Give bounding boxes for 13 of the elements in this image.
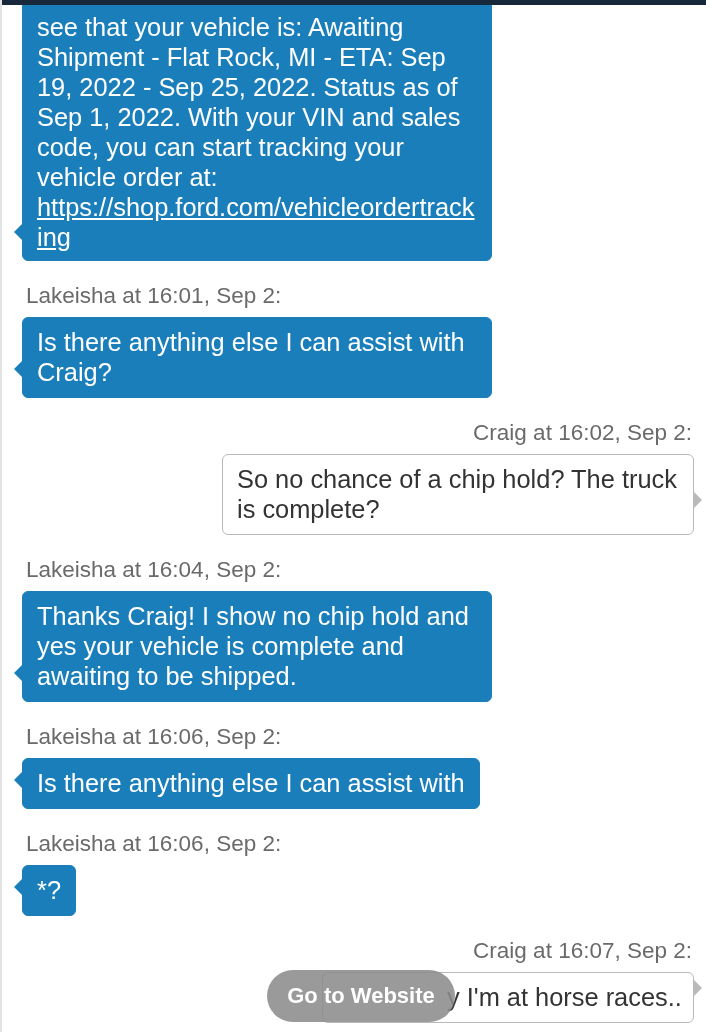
- sender-label: Lakeisha at 16:06, Sep 2:: [26, 724, 282, 750]
- message-text: Is there anything else I can assist with: [37, 769, 465, 797]
- sender-label: Lakeisha at 16:01, Sep 2:: [26, 283, 282, 309]
- sender-label: Lakeisha at 16:06, Sep 2:: [26, 831, 282, 857]
- message-text: *?: [37, 876, 61, 904]
- message-text: see that your vehicle is: Awaiting Shipment - Flat Rock, MI - ETA: Sep 19, 2022 - Sep 25, 2022. Status as of Sep 1, 2022. With your VIN and sales code, you can start tracking your vehicle order at:: [37, 13, 461, 191]
- sender-label: Craig at 16:07, Sep 2:: [473, 938, 692, 964]
- message-text: Thanks Craig! I show no chip hold and yes your vehicle is complete and awaiting to be shipped.: [37, 602, 469, 690]
- tracking-link[interactable]: https://shop.ford.com/vehicleordertracking: [37, 192, 477, 252]
- message-text: So no chance of a chip hold? The truck is complete?: [237, 465, 677, 523]
- message-text: Is there anything else I can assist with Craig?: [37, 328, 465, 386]
- sender-label: Lakeisha at 16:04, Sep 2:: [26, 557, 282, 583]
- sender-label: Craig at 16:02, Sep 2:: [473, 420, 692, 446]
